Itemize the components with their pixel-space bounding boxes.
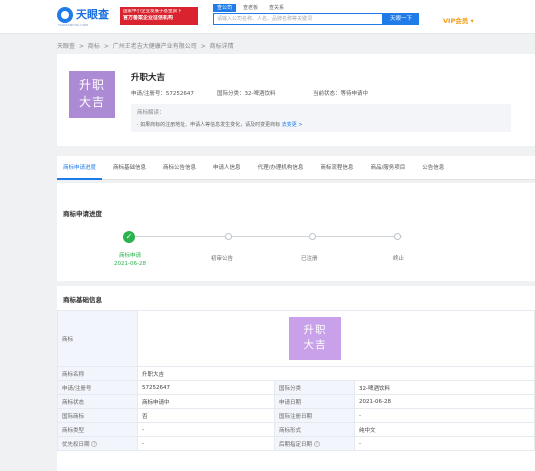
step-dot-terminated [394, 233, 401, 240]
table-key: 商标 [57, 310, 138, 367]
table-value: 2021-06-28 [354, 394, 535, 409]
table-key: 商标形式 [274, 422, 355, 437]
mini-logo-line-1: 升职 [303, 324, 327, 336]
check-icon: ✓ [123, 231, 135, 243]
timeline-line [132, 236, 402, 237]
breadcrumb-separator: > [103, 43, 109, 50]
table-key: 商标状态 [57, 394, 138, 409]
search-input[interactable]: 请输入公司名称、人名、品牌名称等关键词 [213, 13, 383, 25]
breadcrumb-current: 商标详情 [209, 43, 234, 50]
step-label-terminated: 终止 [393, 256, 405, 262]
step-label-application: 商标申请 [119, 253, 142, 259]
tab-applicant-info[interactable]: 申请人信息 [207, 156, 247, 180]
table-key: 申请/注册号 [57, 380, 138, 395]
registration-number: 申请/注册号：57252647 [131, 91, 194, 97]
interpretation-text: · 如果商标的注册地址、申请人等信息发生变化，请及时变更商标 去变更 > [137, 121, 505, 128]
step-label-registered: 已注册 [301, 256, 318, 262]
basic-info-section: 商标基础信息 商标 升职 大吉 商标名称 升职大吉 申请/注册号 5725264… [57, 286, 535, 471]
ad-line-2: 官方备案企业征信机构 [123, 15, 174, 21]
international-class: 国际分类：32-啤酒饮料 [217, 91, 276, 97]
trademark-title: 升职大吉 [131, 73, 166, 83]
tab-basic-info[interactable]: 商标基础信息 [107, 156, 152, 180]
table-key: 商标类型 [57, 422, 138, 437]
step-label-initial-announcement: 初审公告 [211, 256, 234, 262]
trademark-logo-image: 升职 大吉 [69, 71, 115, 118]
logo-text: 天眼查 [76, 8, 109, 21]
table-value: - [137, 422, 275, 437]
top-header: 天眼查 TIANYANCHA.COM 国家中小企业发展子基金旗下 官方备案企业征… [0, 0, 535, 34]
ad-banner[interactable]: 国家中小企业发展子基金旗下 官方备案企业征信机构 [120, 7, 198, 25]
table-row: 优先权日期 ? - 后期指定日期 ? - [57, 436, 535, 451]
basic-section-title: 商标基础信息 [63, 296, 102, 304]
table-value: 32-啤酒饮料 [354, 380, 535, 395]
trademark-mini-logo: 升职 大吉 [289, 317, 341, 360]
breadcrumb-company[interactable]: 广州王老吉大健康产业有限公司 [113, 43, 197, 50]
search-tab-relation[interactable]: 查关系 [265, 4, 288, 12]
mini-logo-line-2: 大吉 [303, 339, 327, 351]
basic-info-table: 商标 升职 大吉 商标名称 升职大吉 申请/注册号 57252647 国际分类 … [57, 310, 535, 451]
table-row: 商标状态 商标申请中 申请日期 2021-06-28 [57, 394, 535, 409]
trademark-info-card: 升职 大吉 升职大吉 申请/注册号：57252647 国际分类：32-啤酒饮料 … [57, 54, 535, 146]
search-tabs: 查公司 查老板 查关系 [213, 4, 291, 12]
tab-agency-info[interactable]: 代理/办理机构信息 [252, 156, 310, 180]
table-row: 申请/注册号 57252647 国际分类 32-啤酒饮料 [57, 380, 535, 395]
table-key: 国际商标 [57, 408, 138, 423]
current-status: 当前状态：等待申请中 [313, 91, 369, 97]
search-tab-company[interactable]: 查公司 [213, 4, 237, 12]
trademark-logo-line-2: 大吉 [78, 95, 105, 109]
table-row: 国际商标 否 国际注册日期 - [57, 408, 535, 423]
step-dot-registered [309, 233, 316, 240]
breadcrumb-trademark[interactable]: 商标 [88, 43, 100, 50]
table-value: 商标申请中 [137, 394, 275, 409]
step-date-application: 2021-06-28 [114, 261, 146, 267]
table-value: 否 [137, 408, 275, 423]
help-icon[interactable]: ? [313, 441, 320, 447]
breadcrumb-separator: > [200, 43, 206, 50]
table-key: 国际分类 [274, 380, 355, 395]
table-row: 商标 升职 大吉 [57, 310, 535, 367]
table-key: 优先权日期 ? [57, 436, 138, 451]
table-key: 申请日期 [274, 394, 355, 409]
breadcrumb: 天眼查 > 商标 > 广州王老吉大健康产业有限公司 > 商标详情 [57, 41, 236, 50]
tab-notice-info[interactable]: 公告信息 [416, 156, 450, 180]
site-logo[interactable]: 天眼查 [57, 7, 109, 23]
table-key: 国际注册日期 [274, 408, 355, 423]
search-button[interactable]: 天眼一下 [383, 13, 419, 25]
progress-section-title: 商标申请进度 [63, 210, 102, 218]
vip-member-link[interactable]: VIP会员 ▾ [443, 15, 474, 25]
table-key: 商标名称 [57, 366, 138, 381]
tab-application-progress[interactable]: 商标申请进度 [57, 156, 103, 180]
table-row: 商标类型 - 商标形式 纯中文 [57, 422, 535, 437]
tab-process-info[interactable]: 商标流程信息 [314, 156, 359, 180]
interpretation-message: · 如果商标的注册地址、申请人等信息发生变化，请及时变更商标 [137, 122, 281, 128]
application-progress-section: 商标申请进度 ✓ 商标申请 2021-06-28 初审公告 已注册 终止 [57, 183, 535, 281]
trademark-logo-line-1: 升职 [78, 78, 105, 92]
later-designation-label: 后期指定日期 [279, 441, 313, 448]
table-value: - [354, 436, 535, 451]
table-value: 57252647 [137, 380, 275, 395]
change-trademark-link[interactable]: 去变更 > [282, 122, 303, 128]
help-icon[interactable]: ? [91, 441, 98, 447]
step-dot-initial-announcement [225, 233, 232, 240]
breadcrumb-separator: > [78, 43, 84, 50]
trademark-interpretation: 商标解读： · 如果商标的注册地址、申请人等信息发生变化，请及时变更商标 去变更… [131, 104, 511, 132]
table-value: - [354, 408, 535, 423]
logo-subtitle: TIANYANCHA.COM [58, 23, 89, 27]
tab-announcement-info[interactable]: 商标公告信息 [157, 156, 202, 180]
table-row: 商标名称 升职大吉 [57, 366, 535, 381]
detail-tabs: 商标申请进度 商标基础信息 商标公告信息 申请人信息 代理/办理机构信息 商标流… [57, 156, 535, 180]
tab-goods-services[interactable]: 商品/服务项目 [364, 156, 411, 180]
table-value: - [137, 436, 275, 451]
eye-logo-icon [57, 7, 73, 23]
priority-date-label: 优先权日期 [62, 441, 90, 448]
table-value-logo: 升职 大吉 [137, 310, 535, 367]
table-value: 纯中文 [354, 422, 535, 437]
table-value: 升职大吉 [137, 366, 535, 381]
search-tab-boss[interactable]: 查老板 [239, 4, 262, 12]
breadcrumb-home[interactable]: 天眼查 [57, 43, 75, 50]
table-key: 后期指定日期 ? [274, 436, 355, 451]
interpretation-title: 商标解读： [137, 110, 165, 116]
